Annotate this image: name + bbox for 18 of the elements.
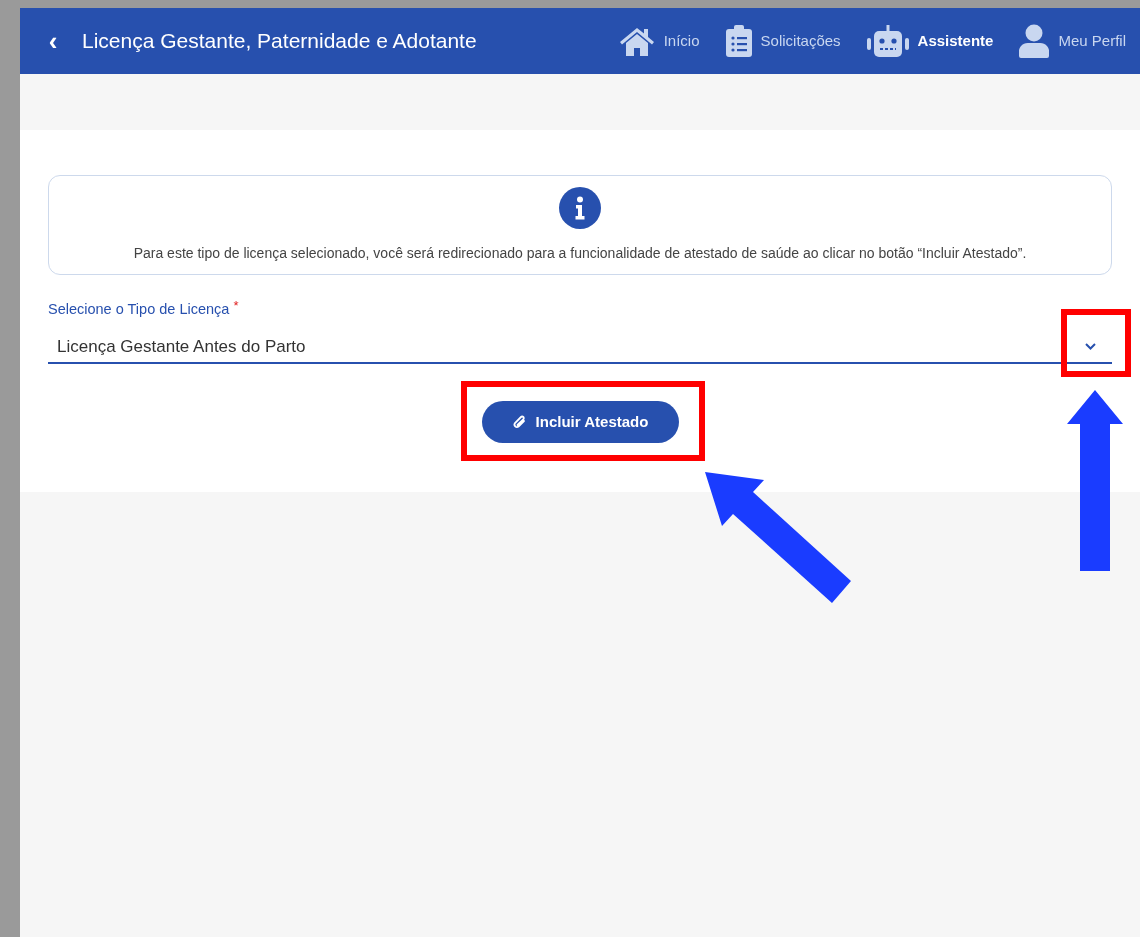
- nav-link[interactable]: Início: [618, 26, 700, 56]
- back-button[interactable]: ‹: [46, 28, 60, 54]
- info-message: Para este tipo de licença selecionado, você será redirecionado para a funcionalidade de atestado de saúde ao clicar no botão “Incluir Atestado”.: [133, 244, 1027, 263]
- highlight-box: [1061, 309, 1131, 377]
- field-label: Selecione o Tipo de Licença: [48, 300, 230, 319]
- attach-certificate-button[interactable]: Incluir Atestado: [481, 400, 679, 443]
- info-icon: [559, 187, 601, 229]
- nav-link[interactable]: Assistente: [866, 25, 994, 57]
- license-type-select[interactable]: Licença Gestante Antes do Parto: [48, 330, 1112, 364]
- house-icon: [618, 26, 655, 56]
- nav-link[interactable]: Meu Perfil: [1019, 24, 1126, 58]
- required-mark: *: [233, 299, 239, 312]
- clipboard-icon: [725, 25, 752, 57]
- chevron-down-icon: [1085, 342, 1096, 350]
- user-icon: [1019, 24, 1050, 58]
- robot-icon: [866, 25, 909, 57]
- nav-link[interactable]: Solicitações: [725, 25, 841, 57]
- page-title: Licença Gestante, Paternidade e Adotante: [82, 28, 477, 55]
